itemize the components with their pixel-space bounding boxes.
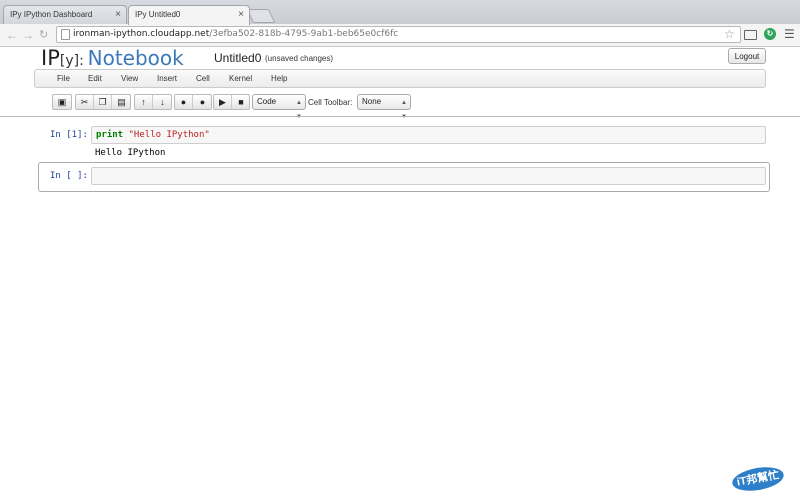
new-tab-button[interactable] [246,9,276,23]
menu-file[interactable]: File [57,74,70,83]
url-host: ironman-ipython.cloudapp.net [73,29,210,39]
url-path: /3efba502-818b-4795-9ab1-beb65e0cf6fc [209,29,399,39]
insert-group: ● ● [174,94,212,110]
insert-below-icon[interactable]: ● [193,95,212,109]
code-cell-input[interactable] [91,167,766,185]
cell-toolbar-value: None [362,97,382,106]
save-group: ▣ [52,94,72,110]
tab-label: IPy IPython Dashboard [10,10,93,19]
header-divider [0,116,800,117]
reload-icon[interactable]: ↻ [39,27,48,43]
menu-help[interactable]: Help [271,74,287,83]
cell-output: Hello IPython [95,148,166,158]
cell-type-value: Code [257,97,277,106]
browser-tab-strip: IPy IPython Dashboard × IPy Untitled0 × [0,0,800,25]
edit-group: ✂ ❐ ▤ [75,94,131,110]
watermark-logo: iT邦幫忙 [728,460,796,496]
watermark-text: iT邦幫忙 [730,463,786,495]
stop-icon[interactable]: ■ [232,95,250,109]
tab-untitled0[interactable]: IPy Untitled0 × [128,5,250,25]
run-icon[interactable]: ▶ [214,95,232,109]
cell-type-select[interactable]: Code ▲ ▼ [252,94,306,120]
select-arrows-icon: ▲ ▼ [296,100,302,120]
code-string: "Hello IPython" [128,130,210,140]
notebook-name[interactable]: Untitled0 [214,51,261,65]
logo-notebook: Notebook [87,46,184,70]
cut-icon[interactable]: ✂ [76,95,94,109]
cell-prompt: In [1]: [50,130,88,140]
menu-icon[interactable]: ☰ [784,28,795,40]
menu-kernel[interactable]: Kernel [229,74,252,83]
cell-toolbar-select[interactable]: None ▲ ▼ [357,94,411,120]
browser-toolbar: ← → ↻ ironman-ipython.cloudapp.net/3efba… [0,24,800,47]
logo-ip: IP [41,46,60,70]
extension-icon[interactable]: ↻ [764,28,776,40]
move-down-icon[interactable]: ↓ [153,95,172,109]
notebook-menubar: File Edit View Insert Cell Kernel Help [34,69,766,88]
save-status: (unsaved changes) [265,54,334,63]
logo-y: [y]: [59,53,84,69]
move-up-icon[interactable]: ↑ [135,95,153,109]
logout-button[interactable]: Logout [728,48,766,64]
menu-insert[interactable]: Insert [157,74,177,83]
tab-label: IPy Untitled0 [135,10,181,19]
copy-icon[interactable]: ❐ [94,95,112,109]
cast-icon[interactable] [744,30,757,40]
code-cell-input[interactable]: print "Hello IPython" [91,126,766,144]
tab-close-icon[interactable]: × [238,6,244,24]
cell-prompt: In [ ]: [50,171,88,181]
menu-view[interactable]: View [121,74,138,83]
tab-ipython-dashboard[interactable]: IPy IPython Dashboard × [3,5,127,24]
tab-close-icon[interactable]: × [115,6,121,24]
address-bar[interactable]: ironman-ipython.cloudapp.net/3efba502-81… [56,26,741,43]
forward-arrow-icon[interactable]: → [22,27,34,43]
bookmark-star-icon[interactable]: ☆ [724,27,735,41]
cell-toolbar-label: Cell Toolbar: [308,98,353,107]
paste-icon[interactable]: ▤ [112,95,131,109]
move-group: ↑ ↓ [134,94,172,110]
save-icon[interactable]: ▣ [53,95,71,109]
page-icon [61,29,70,40]
code-keyword: print [96,130,124,140]
ipython-logo[interactable]: IP[y]: Notebook [41,46,184,70]
run-group: ▶ ■ [213,94,250,110]
back-arrow-icon[interactable]: ← [6,27,18,43]
menu-cell[interactable]: Cell [196,74,210,83]
menu-edit[interactable]: Edit [88,74,102,83]
insert-above-icon[interactable]: ● [175,95,193,109]
select-arrows-icon: ▲ ▼ [401,100,407,120]
